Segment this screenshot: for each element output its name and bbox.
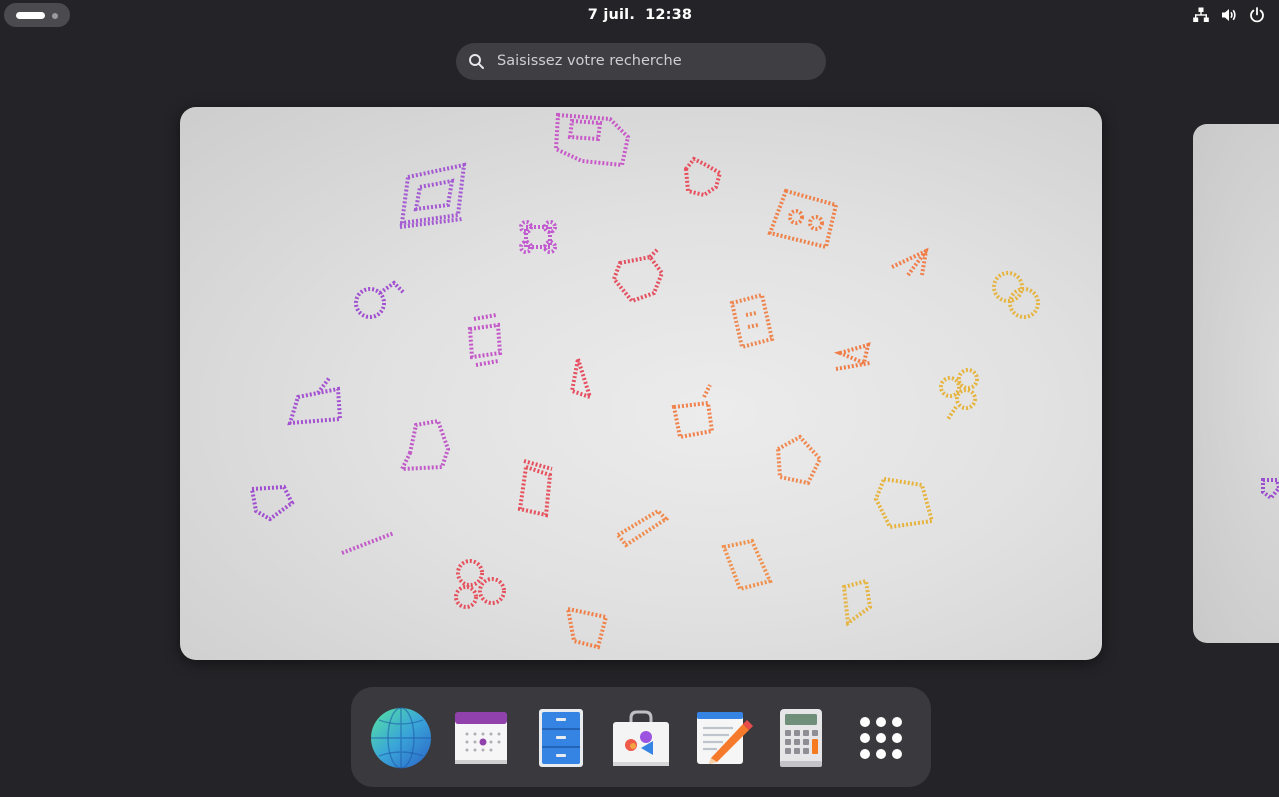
dock-item-web[interactable] [369,706,433,770]
wrench-icon [565,606,609,650]
hand-icon [683,156,723,198]
clock[interactable]: 7 juil. 12:38 [540,5,740,25]
dock-item-files[interactable] [529,706,593,770]
dropper-icon [341,531,395,555]
broom-icon [287,375,343,426]
globe-icon [371,707,431,769]
file-cabinet-icon [539,709,583,767]
wallpaper-pixel-icons [249,112,1040,650]
active-workspace-indicator [16,12,45,19]
broccoli-icon [841,578,873,627]
badge-icon [249,484,295,522]
dock-item-calculator[interactable] [769,706,833,770]
envelope-icon [721,538,773,592]
calendar-icon [455,712,507,764]
coins-icon [992,271,1040,319]
workspace-indicator [52,13,58,19]
power-icon[interactable] [1248,6,1266,24]
network-icon[interactable] [1192,6,1210,24]
software-bag-icon [613,710,669,766]
activities-button[interactable] [4,3,70,27]
search-entry[interactable]: Saisissez votre recherche [456,43,826,80]
command-key-icon [519,220,557,254]
bomb-icon [354,280,406,319]
text-editor-icon [697,712,753,764]
pencil-icon [615,508,670,548]
campfire-icon [833,342,871,371]
arrow-icon [891,247,929,277]
workspace-thumbnail[interactable] [180,107,1102,660]
clover-icon [939,368,979,421]
retro-computer-icon [399,162,467,229]
tombstone-icon [398,418,451,472]
dock-item-calendar[interactable] [449,706,513,770]
flower-icon [454,559,506,609]
trash-icon [517,459,553,518]
badge-icon [1255,476,1279,502]
search-placeholder: Saisissez votre recherche [497,53,682,69]
search-icon [468,53,485,70]
dock-item-show-apps[interactable] [849,706,913,770]
cassette-icon [767,188,839,250]
next-workspace-thumbnail[interactable] [1193,124,1279,643]
bandage-icon [729,292,775,350]
deer-icon [671,384,715,440]
top-bar: 7 juil. 12:38 [0,0,1279,30]
clock-date: 7 juil. [587,7,636,23]
clock-time: 12:38 [645,7,693,23]
box-icon [775,434,823,486]
bird-icon [611,247,665,304]
calculator-icon [780,709,822,767]
app-grid-icon [860,717,902,759]
cursor-icon [569,358,594,401]
dock-item-software[interactable] [609,706,673,770]
dock-item-text-editor[interactable] [689,706,753,770]
floppy-disk-icon [553,112,631,168]
volume-icon[interactable] [1220,6,1238,24]
dash [351,687,931,787]
folder-icon [873,476,935,530]
watch-icon [467,313,503,367]
